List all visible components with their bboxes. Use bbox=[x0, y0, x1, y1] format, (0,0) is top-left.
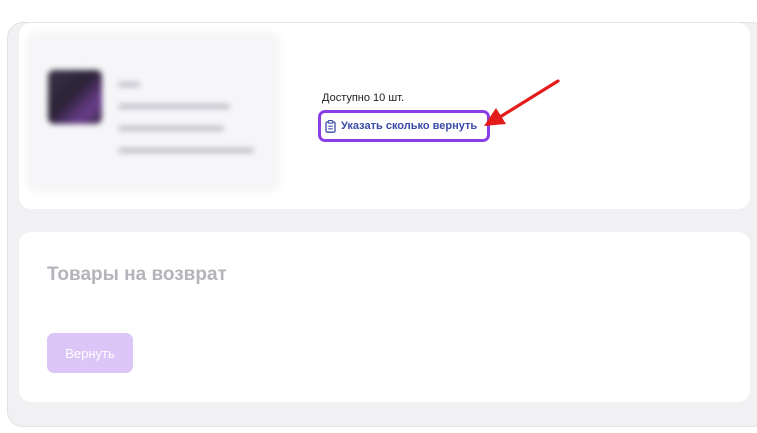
product-seller-blur bbox=[118, 148, 254, 153]
product-code-blur bbox=[118, 126, 224, 131]
return-button[interactable]: Вернуть bbox=[47, 333, 133, 373]
product-name-blur bbox=[118, 82, 140, 87]
return-items-title: Товары на возврат bbox=[47, 264, 227, 285]
specify-return-quantity-label: Указать сколько вернуть bbox=[341, 120, 478, 132]
available-quantity: Доступно 10 шт. bbox=[322, 92, 405, 104]
return-items-card bbox=[19, 232, 750, 402]
product-info-blurred bbox=[26, 32, 280, 192]
annotation-arrow-icon bbox=[484, 79, 560, 126]
product-thumbnail bbox=[48, 70, 102, 124]
clipboard-icon bbox=[325, 119, 336, 133]
specify-return-quantity-link[interactable]: Указать сколько вернуть bbox=[318, 110, 490, 142]
product-article-blur bbox=[118, 104, 230, 109]
